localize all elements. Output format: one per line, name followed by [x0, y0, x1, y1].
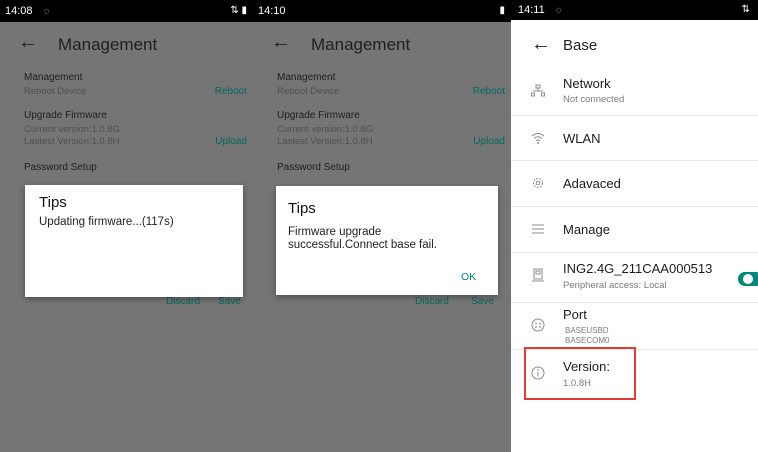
- gear-icon: [533, 178, 543, 188]
- discard-button[interactable]: Discard: [415, 296, 449, 307]
- list-item-manage[interactable]: Manage: [511, 206, 758, 253]
- list-item-device[interactable]: ING2.4G_211CAA000513 Peripheral access: …: [511, 252, 758, 303]
- save-button[interactable]: Save: [218, 296, 241, 307]
- section-password-setup: Password Setup: [277, 162, 350, 173]
- status-time: 14:08: [5, 5, 33, 17]
- panel-base: 14:11 ◌ ⇅ ← Base Network Not connected W…: [511, 0, 758, 452]
- menu-icon: [532, 224, 544, 234]
- reboot-device-label: Reboot Device: [277, 86, 340, 97]
- section-management: Management: [24, 72, 83, 83]
- app-bar: ← Management: [0, 22, 253, 68]
- section-password-setup: Password Setup: [24, 162, 97, 173]
- port-icon: [531, 318, 545, 332]
- panel-upgrade-result: 14:10 ▮ ← Management Management Reboot D…: [253, 0, 511, 452]
- version-highlight-box: [524, 347, 636, 400]
- back-arrow-icon[interactable]: ←: [271, 31, 291, 54]
- list-item-network[interactable]: Network Not connected: [511, 70, 758, 116]
- dialog-title: Tips: [288, 200, 316, 217]
- item-subtitle: Peripheral access: Local: [563, 280, 667, 291]
- wifi-icon: [531, 133, 545, 144]
- status-time: 14:11: [518, 4, 545, 16]
- back-arrow-icon[interactable]: ←: [531, 33, 551, 56]
- battery-icon: ⇅ ▮: [230, 5, 247, 16]
- dialog-message-line2: successful.Connect base fail.: [288, 239, 437, 251]
- save-button[interactable]: Save: [471, 296, 494, 307]
- upload-button[interactable]: Upload: [215, 136, 247, 147]
- page-title: Base: [563, 37, 598, 54]
- reboot-button[interactable]: Reboot: [215, 86, 247, 97]
- app-bar: ← Management: [253, 22, 511, 68]
- list-item-port[interactable]: Port BASEUSBD BASECOM0: [511, 302, 758, 350]
- current-version: Current version:1.0.8G: [277, 124, 374, 135]
- item-subtitle: Not connected: [563, 94, 625, 105]
- tips-dialog: Tips Firmware upgrade successful.Connect…: [276, 186, 498, 295]
- reboot-device-label: Reboot Device: [24, 86, 87, 97]
- network-icon: [531, 84, 545, 97]
- upload-button[interactable]: Upload: [473, 136, 505, 147]
- item-title: Port: [563, 307, 587, 322]
- dialog-message: Updating firmware...(117s): [39, 216, 174, 228]
- tips-dialog: Tips Updating firmware...(117s): [25, 185, 243, 297]
- signal-icon: ◌: [555, 5, 562, 16]
- dialog-title: Tips: [39, 194, 67, 211]
- item-subtitle-2: BASECOM0: [565, 336, 610, 345]
- ok-button[interactable]: OK: [461, 271, 476, 283]
- page-title: Management: [311, 35, 411, 54]
- item-subtitle-1: BASEUSBD: [565, 326, 609, 335]
- status-time: 14:10: [258, 5, 286, 17]
- status-bar: 14:11 ◌ ⇅: [511, 0, 758, 20]
- item-title: Adavaced: [563, 176, 621, 191]
- discard-button[interactable]: Discard: [166, 296, 200, 307]
- item-title: WLAN: [563, 131, 601, 146]
- battery-icon: ▮: [499, 5, 505, 16]
- latest-version: Lastest Version:1.0.8H: [24, 136, 120, 147]
- device-toggle[interactable]: [738, 272, 758, 286]
- device-icon: [532, 268, 544, 282]
- list-item-advanced[interactable]: Adavaced: [511, 160, 758, 207]
- list-item-wlan[interactable]: WLAN: [511, 115, 758, 161]
- back-arrow-icon[interactable]: ←: [18, 31, 38, 54]
- wifi-status-icon: ⇅: [741, 4, 750, 15]
- current-version: Current version:1.0.8G: [24, 124, 121, 135]
- status-bar: 14:10 ▮: [253, 0, 511, 22]
- item-title: Network: [563, 76, 611, 91]
- item-title: Manage: [563, 222, 610, 237]
- section-management: Management: [277, 72, 336, 83]
- app-bar: ← Base: [511, 20, 758, 70]
- signal-icon: ◌: [43, 6, 50, 17]
- reboot-button[interactable]: Reboot: [473, 86, 505, 97]
- section-upgrade-firmware: Upgrade Firmware: [277, 110, 360, 121]
- latest-version: Lastest Version:1.0.8H: [277, 136, 373, 147]
- page-title: Management: [58, 35, 158, 54]
- status-bar: 14:08 ◌ ⇅ ▮: [0, 0, 253, 22]
- dialog-message-line1: Firmware upgrade: [288, 226, 382, 238]
- section-upgrade-firmware: Upgrade Firmware: [24, 110, 107, 121]
- panel-updating: 14:08 ◌ ⇅ ▮ ← Management Management Rebo…: [0, 0, 253, 452]
- item-title: ING2.4G_211CAA000513: [563, 261, 713, 276]
